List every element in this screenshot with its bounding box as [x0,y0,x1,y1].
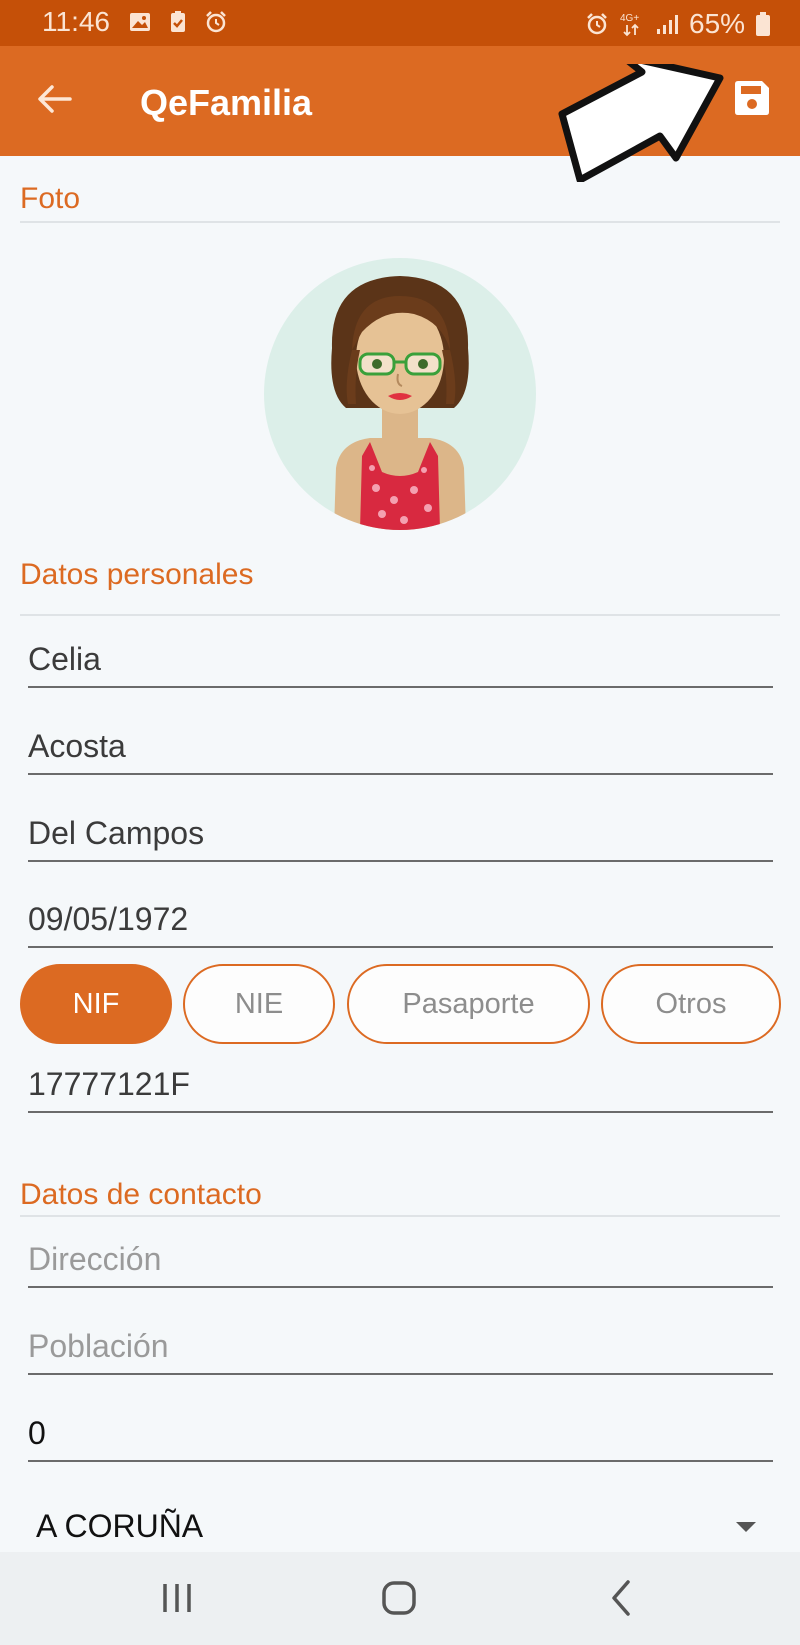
doc-type-pasaporte-button[interactable]: Pasaporte [347,964,590,1044]
address-field[interactable]: Dirección [28,1228,773,1288]
last-name-2-value: Del Campos [28,815,205,851]
section-title-foto: Foto [20,182,81,215]
first-name-value: Celia [28,641,101,677]
section-divider [20,221,780,223]
alarm-icon [206,11,226,33]
clipboard-check-icon [171,11,185,32]
birth-date-field[interactable]: 09/05/1972 [28,888,773,948]
section-divider [20,1215,780,1217]
doc-type-nie-label: NIE [234,987,284,1020]
doc-type-otros-label: Otros [655,987,727,1020]
battery-percent: 65% [689,8,746,39]
last-name-2-field[interactable]: Del Campos [28,802,773,862]
postal-code-field[interactable]: 0 [28,1402,773,1462]
postal-code-value: 0 [28,1415,46,1451]
back-arrow-icon[interactable] [36,84,72,114]
save-icon[interactable] [732,78,772,118]
section-title-contact: Datos de contacto [20,1178,262,1211]
doc-type-pasaporte-label: Pasaporte [402,987,535,1020]
town-placeholder: Población [28,1328,169,1364]
town-field[interactable]: Población [28,1315,773,1375]
status-bar: 11:46 4G+ 65% [0,0,800,46]
avatar[interactable] [264,258,536,530]
svg-text:4G+: 4G+ [620,13,639,24]
status-system-icons: 4G+ 65% [585,8,771,40]
annotation-arrow-icon [558,64,724,182]
app-title: QeFamilia [140,82,313,123]
battery-icon [756,12,771,36]
last-name-1-value: Acosta [28,728,126,764]
first-name-field[interactable]: Celia [28,628,773,688]
dropdown-caret-icon [736,1522,756,1532]
avatar-illustration [331,276,469,530]
birth-date-value: 09/05/1972 [28,901,189,937]
doc-type-nie-button[interactable]: NIE [183,964,335,1044]
address-placeholder: Dirección [28,1241,162,1277]
doc-number-field[interactable]: 17777121F [28,1053,773,1113]
network-4g-icon: 4G+ [620,13,639,37]
doc-type-nif-label: NIF [72,987,120,1020]
image-icon [130,13,150,31]
section-title-personal: Datos personales [20,558,254,591]
section-divider [20,614,780,616]
doc-type-nif-button[interactable]: NIF [20,964,172,1044]
back-nav-icon[interactable] [600,1576,644,1620]
recent-apps-icon[interactable] [155,1576,199,1620]
status-time: 11:46 [42,6,110,37]
doc-type-otros-button[interactable]: Otros [601,964,781,1044]
doc-number-value: 17777121F [28,1066,190,1102]
province-value: A CORUÑA [36,1508,204,1544]
province-select[interactable]: A CORUÑA [36,1500,766,1550]
last-name-1-field[interactable]: Acosta [28,715,773,775]
status-notification-icons [128,10,228,34]
alarm-icon [587,13,607,35]
system-nav-bar [0,1552,800,1645]
home-icon[interactable] [377,1576,421,1620]
signal-icon [657,15,678,34]
